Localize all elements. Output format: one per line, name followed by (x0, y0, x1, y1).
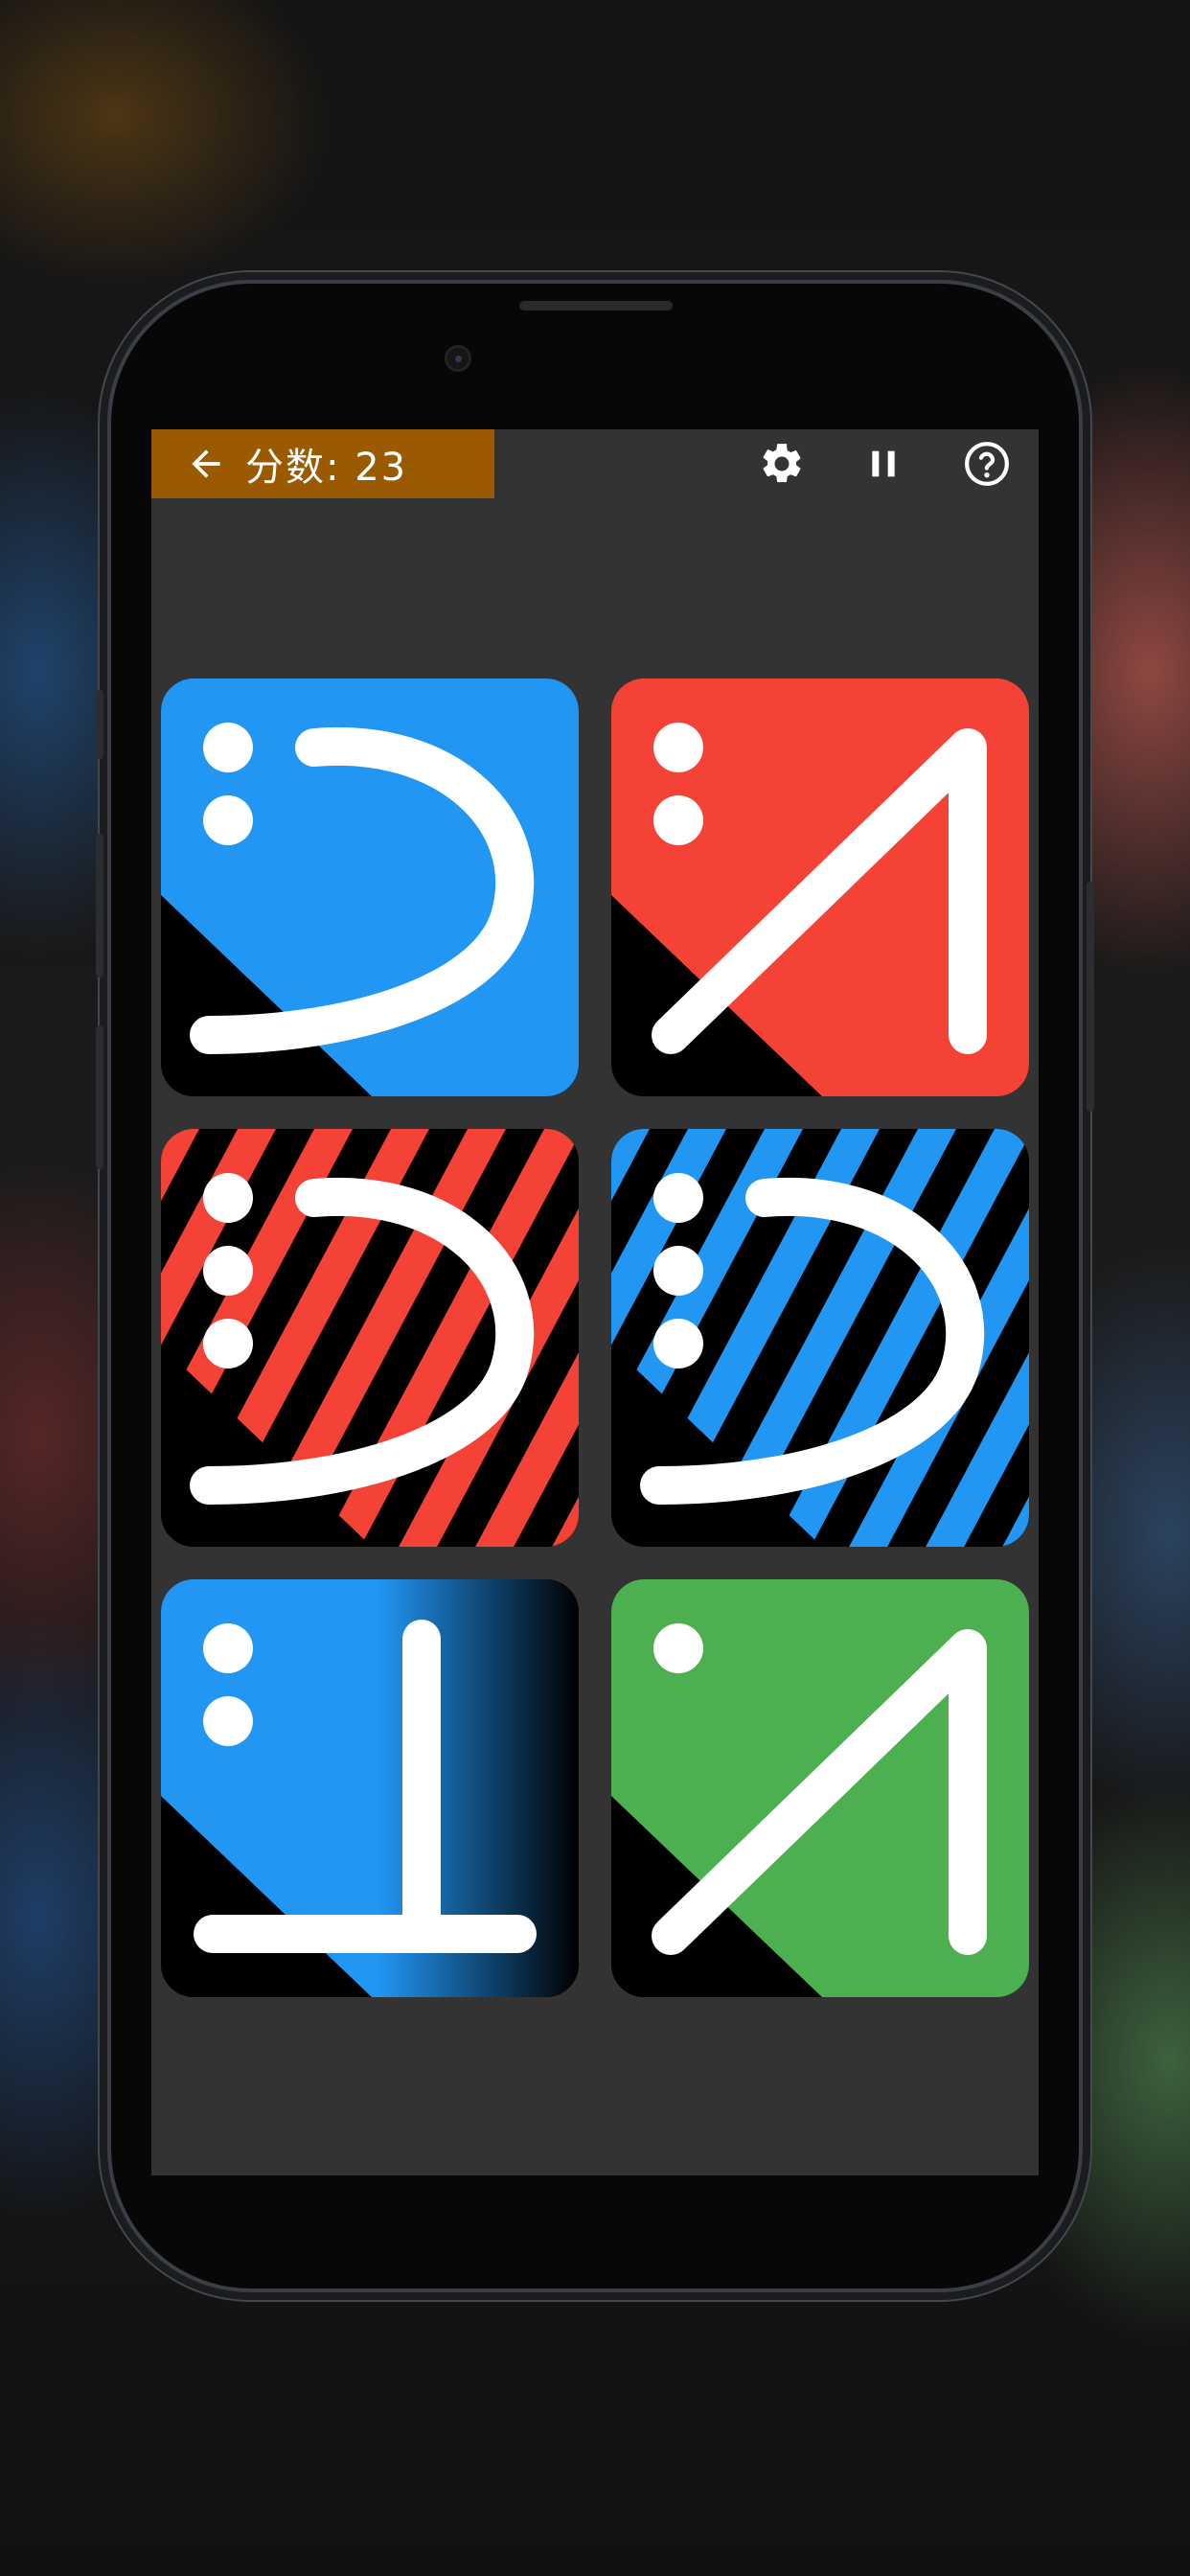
game-screen: 分数: 23 (151, 429, 1039, 2175)
card-blue-striped-arc-3[interactable] (611, 1129, 1029, 1547)
front-camera (445, 345, 471, 372)
mute-switch (96, 690, 103, 759)
back-button[interactable] (172, 429, 240, 498)
help-circle-icon (965, 442, 1009, 486)
arrow-left-icon (192, 449, 220, 478)
top-bar: 分数: 23 (151, 429, 1039, 498)
card-red-striped-arc-3[interactable] (161, 1129, 579, 1547)
card-face (161, 1579, 579, 1997)
card-face (611, 1129, 1029, 1547)
pause-icon (872, 450, 895, 477)
card-grid (161, 678, 1029, 2001)
speaker-grille (519, 301, 673, 310)
card-blue-solid-arc-2[interactable] (161, 678, 579, 1096)
card-face (161, 1129, 579, 1547)
settings-button[interactable] (757, 439, 807, 489)
volume-down-button (96, 1025, 103, 1169)
volume-up-button (96, 834, 103, 978)
pause-button[interactable] (858, 439, 908, 489)
card-blue-gradient-t-2[interactable] (161, 1579, 579, 1997)
score-panel: 分数: 23 (151, 429, 494, 498)
help-button[interactable] (962, 439, 1012, 489)
card-red-solid-angle-2[interactable] (611, 678, 1029, 1096)
gear-icon (763, 444, 801, 483)
score-label: 分数: 23 (245, 446, 408, 490)
card-face (611, 1579, 1029, 1997)
power-button (1087, 882, 1094, 1112)
card-face (161, 678, 579, 1096)
card-face (611, 678, 1029, 1096)
card-green-solid-angle-1[interactable] (611, 1579, 1029, 1997)
